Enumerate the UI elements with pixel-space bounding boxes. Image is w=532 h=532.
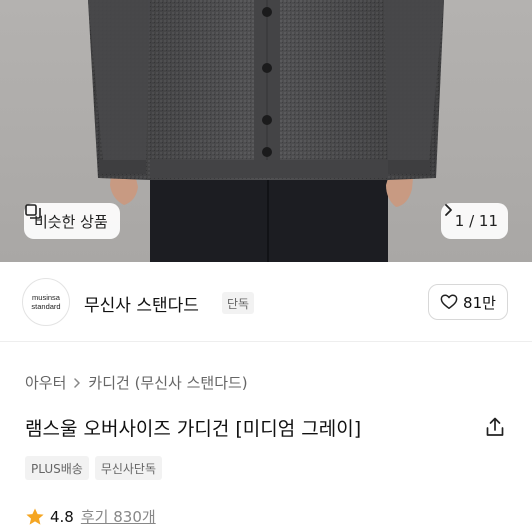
chevron-right-icon	[444, 204, 452, 216]
similar-items-button[interactable]: 비슷한 상품	[24, 203, 120, 239]
breadcrumb-item-outer[interactable]: 아우터	[25, 372, 66, 393]
brand-logo-line1: musinsa	[32, 293, 60, 302]
brand-name-link[interactable]: 무신사 스탠다드	[84, 291, 199, 316]
breadcrumb-item-cardigan[interactable]: 카디건 (무신사 스탠다드)	[88, 372, 247, 393]
brand-badge: 단독	[222, 292, 255, 314]
product-title: 램스울 오버사이즈 가디건 [미디엄 그레이]	[25, 418, 362, 440]
tag-plus-delivery: PLUS배송	[25, 456, 89, 480]
breadcrumb: 아우터 카디건 (무신사 스탠다드)	[25, 372, 248, 393]
similar-items-label: 비슷한 상품	[34, 212, 108, 231]
product-image[interactable]: 비슷한 상품 1 / 11	[0, 0, 532, 262]
tag-musinsa-exclusive: 무신사단독	[94, 456, 163, 480]
similar-items-icon	[25, 204, 41, 219]
heart-icon	[440, 294, 458, 310]
chevron-right-icon	[74, 377, 81, 388]
page-indicator-text: 1 / 11	[454, 212, 498, 230]
like-count: 81만	[463, 293, 496, 312]
rating: 4.8 후기 830개	[25, 506, 156, 527]
like-button[interactable]: 81만	[428, 284, 508, 320]
review-count-link[interactable]: 후기 830개	[81, 506, 156, 527]
brand-logo[interactable]: musinsa standard	[22, 278, 70, 326]
share-icon[interactable]	[484, 416, 506, 438]
brand-logo-line2: standard	[31, 302, 61, 311]
star-icon	[26, 508, 44, 525]
product-tags: PLUS배송 무신사단독	[25, 456, 163, 480]
image-page-indicator[interactable]: 1 / 11	[440, 203, 508, 239]
rating-score: 4.8	[50, 507, 74, 526]
